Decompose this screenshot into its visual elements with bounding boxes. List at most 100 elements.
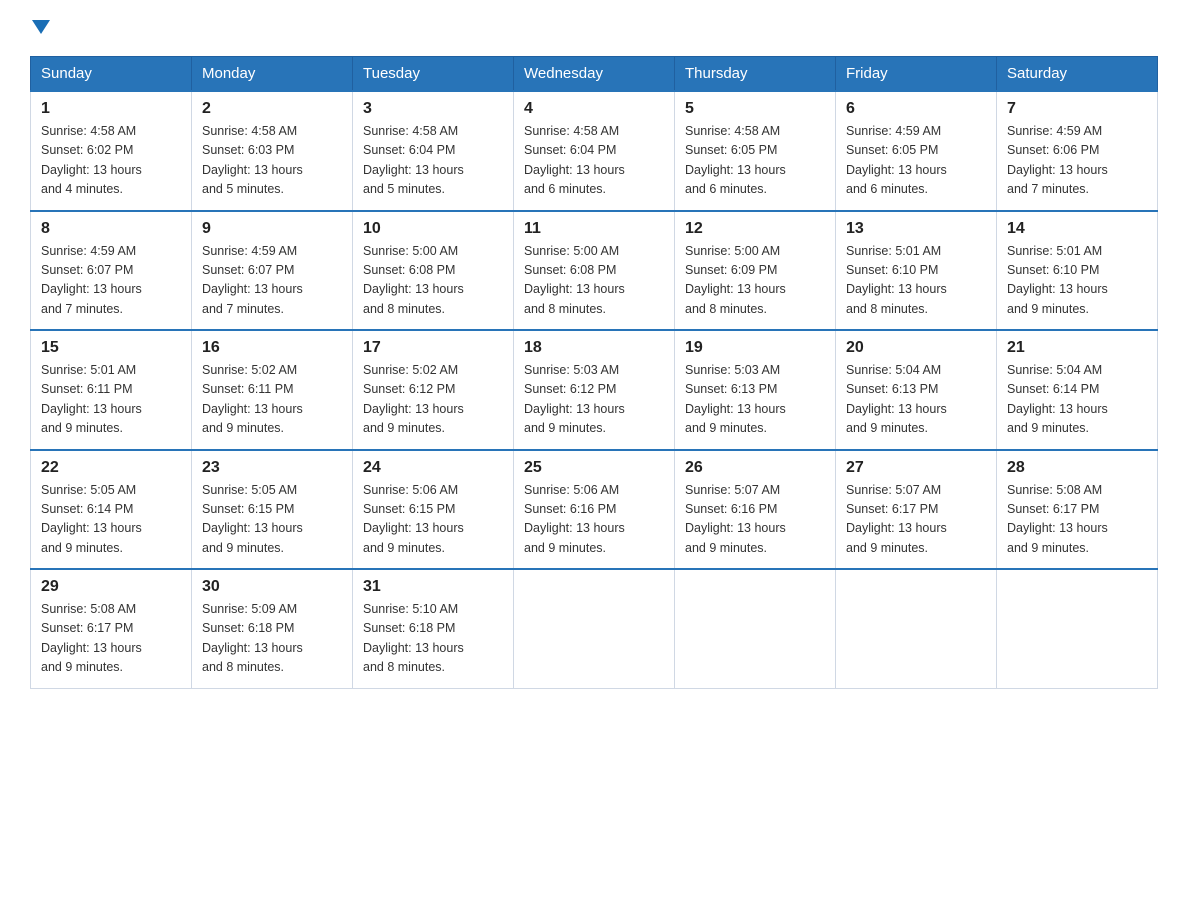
day-number: 12: [685, 220, 825, 238]
calendar-cell: 5Sunrise: 4:58 AMSunset: 6:05 PMDaylight…: [675, 91, 836, 211]
calendar-table: SundayMondayTuesdayWednesdayThursdayFrid…: [30, 56, 1158, 689]
day-number: 13: [846, 220, 986, 238]
header-tuesday: Tuesday: [353, 57, 514, 92]
calendar-week-4: 22 Sunrise: 5:05 AMSunset: 6:14 PMDayligh…: [31, 450, 1158, 570]
calendar-week-5: 29Sunrise: 5:08 AMSunset: 6:17 PMDayligh…: [31, 569, 1158, 688]
header-saturday: Saturday: [997, 57, 1158, 92]
day-info: Sunrise: 5:04 AMSunset: 6:13 PMDaylight:…: [846, 361, 986, 439]
day-number: 27: [846, 459, 986, 477]
day-info: Sunrise: 5:04 AMSunset: 6:14 PMDaylight:…: [1007, 361, 1147, 439]
logo-triangle-icon: [32, 20, 50, 34]
day-info: Sunrise: 5:09 AMSunset: 6:18 PMDaylight:…: [202, 600, 342, 678]
calendar-cell: 29Sunrise: 5:08 AMSunset: 6:17 PMDayligh…: [31, 569, 192, 688]
day-info: Sunrise: 5:02 AMSunset: 6:11 PMDaylight:…: [202, 361, 342, 439]
day-number: 14: [1007, 220, 1147, 238]
day-info: Sunrise: 5:06 AMSunset: 6:16 PMDaylight:…: [524, 481, 664, 559]
day-info: Sunrise: 4:58 AMSunset: 6:04 PMDaylight:…: [524, 122, 664, 200]
calendar-cell: 25 Sunrise: 5:06 AMSunset: 6:16 PMDayligh…: [514, 450, 675, 570]
calendar-cell: 7 Sunrise: 4:59 AMSunset: 6:06 PMDaylight…: [997, 91, 1158, 211]
calendar-cell: 31 Sunrise: 5:10 AMSunset: 6:18 PMDayligh…: [353, 569, 514, 688]
day-number: 2: [202, 100, 342, 118]
day-info: Sunrise: 5:01 AMSunset: 6:11 PMDaylight:…: [41, 361, 181, 439]
day-number: 20: [846, 339, 986, 357]
calendar-cell: 14 Sunrise: 5:01 AMSunset: 6:10 PMDayligh…: [997, 211, 1158, 331]
day-number: 9: [202, 220, 342, 238]
calendar-cell: 20 Sunrise: 5:04 AMSunset: 6:13 PMDayligh…: [836, 330, 997, 450]
day-info: Sunrise: 5:05 AMSunset: 6:15 PMDaylight:…: [202, 481, 342, 559]
calendar-cell: 19 Sunrise: 5:03 AMSunset: 6:13 PMDayligh…: [675, 330, 836, 450]
logo: [30, 24, 50, 38]
calendar-cell: 10 Sunrise: 5:00 AMSunset: 6:08 PMDayligh…: [353, 211, 514, 331]
day-info: Sunrise: 4:59 AMSunset: 6:06 PMDaylight:…: [1007, 122, 1147, 200]
day-number: 25: [524, 459, 664, 477]
calendar-cell: [514, 569, 675, 688]
day-info: Sunrise: 5:00 AMSunset: 6:08 PMDaylight:…: [363, 242, 503, 320]
calendar-header-row: SundayMondayTuesdayWednesdayThursdayFrid…: [31, 57, 1158, 92]
calendar-cell: 3Sunrise: 4:58 AMSunset: 6:04 PMDaylight…: [353, 91, 514, 211]
header-friday: Friday: [836, 57, 997, 92]
day-number: 23: [202, 459, 342, 477]
day-number: 17: [363, 339, 503, 357]
day-info: Sunrise: 5:02 AMSunset: 6:12 PMDaylight:…: [363, 361, 503, 439]
day-info: Sunrise: 4:58 AMSunset: 6:04 PMDaylight:…: [363, 122, 503, 200]
day-info: Sunrise: 4:59 AMSunset: 6:07 PMDaylight:…: [41, 242, 181, 320]
calendar-week-2: 8 Sunrise: 4:59 AMSunset: 6:07 PMDaylight…: [31, 211, 1158, 331]
day-info: Sunrise: 5:10 AMSunset: 6:18 PMDaylight:…: [363, 600, 503, 678]
day-info: Sunrise: 5:01 AMSunset: 6:10 PMDaylight:…: [846, 242, 986, 320]
day-number: 8: [41, 220, 181, 238]
calendar-cell: 30 Sunrise: 5:09 AMSunset: 6:18 PMDayligh…: [192, 569, 353, 688]
day-number: 10: [363, 220, 503, 238]
day-info: Sunrise: 5:03 AMSunset: 6:13 PMDaylight:…: [685, 361, 825, 439]
day-info: Sunrise: 5:01 AMSunset: 6:10 PMDaylight:…: [1007, 242, 1147, 320]
day-number: 15: [41, 339, 181, 357]
day-info: Sunrise: 4:58 AMSunset: 6:02 PMDaylight:…: [41, 122, 181, 200]
calendar-cell: 24 Sunrise: 5:06 AMSunset: 6:15 PMDayligh…: [353, 450, 514, 570]
day-info: Sunrise: 5:00 AMSunset: 6:09 PMDaylight:…: [685, 242, 825, 320]
day-number: 21: [1007, 339, 1147, 357]
calendar-cell: 22 Sunrise: 5:05 AMSunset: 6:14 PMDayligh…: [31, 450, 192, 570]
day-info: Sunrise: 5:05 AMSunset: 6:14 PMDaylight:…: [41, 481, 181, 559]
day-info: Sunrise: 5:00 AMSunset: 6:08 PMDaylight:…: [524, 242, 664, 320]
calendar-cell: 18Sunrise: 5:03 AMSunset: 6:12 PMDayligh…: [514, 330, 675, 450]
page-header: [30, 24, 1158, 38]
calendar-cell: 4 Sunrise: 4:58 AMSunset: 6:04 PMDaylight…: [514, 91, 675, 211]
header-wednesday: Wednesday: [514, 57, 675, 92]
calendar-cell: 27 Sunrise: 5:07 AMSunset: 6:17 PMDayligh…: [836, 450, 997, 570]
calendar-cell: 2 Sunrise: 4:58 AMSunset: 6:03 PMDaylight…: [192, 91, 353, 211]
day-number: 24: [363, 459, 503, 477]
day-info: Sunrise: 5:06 AMSunset: 6:15 PMDaylight:…: [363, 481, 503, 559]
day-info: Sunrise: 4:58 AMSunset: 6:03 PMDaylight:…: [202, 122, 342, 200]
calendar-cell: 17 Sunrise: 5:02 AMSunset: 6:12 PMDayligh…: [353, 330, 514, 450]
calendar-cell: 8 Sunrise: 4:59 AMSunset: 6:07 PMDaylight…: [31, 211, 192, 331]
day-info: Sunrise: 4:59 AMSunset: 6:05 PMDaylight:…: [846, 122, 986, 200]
calendar-cell: [997, 569, 1158, 688]
day-info: Sunrise: 5:08 AMSunset: 6:17 PMDaylight:…: [41, 600, 181, 678]
day-number: 26: [685, 459, 825, 477]
calendar-cell: [675, 569, 836, 688]
day-number: 30: [202, 578, 342, 596]
header-monday: Monday: [192, 57, 353, 92]
day-info: Sunrise: 4:58 AMSunset: 6:05 PMDaylight:…: [685, 122, 825, 200]
day-info: Sunrise: 5:07 AMSunset: 6:17 PMDaylight:…: [846, 481, 986, 559]
calendar-cell: 15 Sunrise: 5:01 AMSunset: 6:11 PMDayligh…: [31, 330, 192, 450]
day-number: 16: [202, 339, 342, 357]
calendar-cell: 26Sunrise: 5:07 AMSunset: 6:16 PMDayligh…: [675, 450, 836, 570]
day-info: Sunrise: 5:03 AMSunset: 6:12 PMDaylight:…: [524, 361, 664, 439]
day-number: 4: [524, 100, 664, 118]
day-number: 7: [1007, 100, 1147, 118]
day-number: 6: [846, 100, 986, 118]
day-number: 19: [685, 339, 825, 357]
calendar-cell: 28 Sunrise: 5:08 AMSunset: 6:17 PMDayligh…: [997, 450, 1158, 570]
calendar-cell: 21 Sunrise: 5:04 AMSunset: 6:14 PMDayligh…: [997, 330, 1158, 450]
day-number: 11: [524, 220, 664, 238]
day-number: 22: [41, 459, 181, 477]
day-number: 31: [363, 578, 503, 596]
calendar-week-1: 1Sunrise: 4:58 AMSunset: 6:02 PMDaylight…: [31, 91, 1158, 211]
calendar-cell: 13 Sunrise: 5:01 AMSunset: 6:10 PMDayligh…: [836, 211, 997, 331]
calendar-cell: 16 Sunrise: 5:02 AMSunset: 6:11 PMDayligh…: [192, 330, 353, 450]
calendar-cell: 23 Sunrise: 5:05 AMSunset: 6:15 PMDayligh…: [192, 450, 353, 570]
calendar-cell: 6 Sunrise: 4:59 AMSunset: 6:05 PMDaylight…: [836, 91, 997, 211]
calendar-cell: 12 Sunrise: 5:00 AMSunset: 6:09 PMDayligh…: [675, 211, 836, 331]
day-info: Sunrise: 5:08 AMSunset: 6:17 PMDaylight:…: [1007, 481, 1147, 559]
day-number: 28: [1007, 459, 1147, 477]
